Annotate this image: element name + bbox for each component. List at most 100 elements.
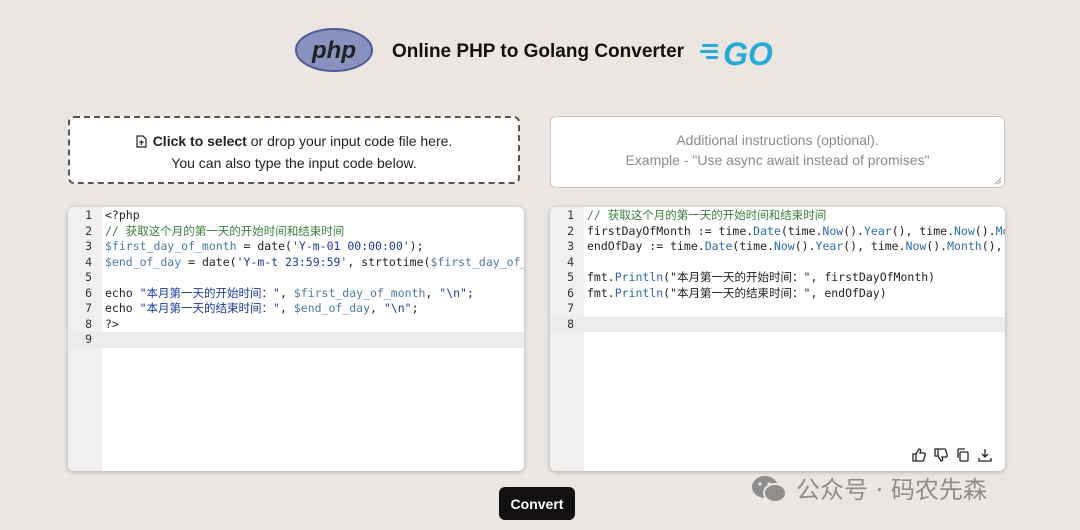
code-token: <?php [105, 208, 140, 222]
code-token: date( [257, 239, 292, 253]
go-code-editor[interactable]: 1 // 获取这个月的第一天的开始时间和结束时间 2 firstDayOfMonth … [550, 207, 1005, 471]
thumbs-up-icon[interactable] [911, 447, 927, 463]
code-line[interactable]: 4 $end_of_day = date('Y-m-t 23:59:59', st… [68, 255, 524, 271]
code-line-text: echo "本月第一天的开始时间：", $first_day_of_month,… [105, 286, 524, 302]
code-token: firstDayOfMonth := time. [587, 223, 754, 238]
code-token: (), time. [843, 239, 906, 253]
php-code-editor[interactable]: 1 <?php 2 // 获取这个月的第一天的开始时间和结束时间 3 $first_day… [68, 207, 524, 471]
code-line[interactable]: 3 endOfDay := time.Date(time.Now().Year()… [550, 239, 1005, 255]
code-line-text: firstDayOfMonth := time.Date(time.Now().… [587, 224, 1005, 240]
watermark-text: 公众号 · 码农先森 [796, 476, 987, 504]
code-line-text: fmt.Println("本月第一天的开始时间：", firstDayOfMon… [587, 270, 1005, 286]
download-icon[interactable] [977, 447, 993, 463]
code-token: , [279, 285, 294, 300]
code-line[interactable]: 6 echo "本月第一天的开始时间：", $first_day_of_month… [68, 286, 524, 302]
code-line-text: endOfDay := time.Date(time.Now().Year(),… [587, 239, 1005, 255]
code-token: ); [409, 239, 424, 253]
code-token: , firstDayOfMonth) [810, 270, 936, 284]
code-line[interactable]: 8 [550, 316, 1005, 332]
code-line-text: // 获取这个月的第一天的开始时间和结束时间 [105, 224, 524, 240]
code-line[interactable]: 1 <?php [68, 208, 524, 224]
code-token: Month [995, 223, 1005, 238]
go-logo: GO [700, 36, 773, 70]
code-token: Now [822, 223, 844, 238]
code-token: Year [815, 239, 844, 253]
code-line[interactable]: 9 [68, 332, 524, 348]
code-token: "本月第一天的开始时间：" [139, 285, 280, 300]
convert-button[interactable]: Convert [499, 487, 575, 520]
line-number: 6 [567, 285, 574, 300]
code-token: "\n" [383, 301, 412, 315]
code-line-text: <?php [105, 208, 524, 224]
code-token: $first_day_of_month [430, 254, 524, 269]
code-token: fmt. [587, 270, 615, 284]
code-line[interactable]: 5 fmt.Println("本月第一天的开始时间：", firstDayOfMo… [550, 270, 1005, 286]
code-token: , [279, 301, 294, 315]
line-number: 4 [567, 254, 574, 269]
code-token: Year [863, 223, 892, 238]
code-token: $first_day_of_month [105, 239, 237, 253]
line-number: 3 [85, 239, 92, 253]
line-number: 2 [85, 223, 92, 238]
thumbs-down-icon[interactable] [933, 447, 949, 463]
code-token: , strtotime( [347, 254, 431, 269]
code-line[interactable]: 2 firstDayOfMonth := time.Date(time.Now()… [550, 224, 1005, 240]
copy-icon[interactable] [955, 447, 971, 463]
code-line[interactable]: 4 [550, 255, 1005, 271]
php-code-area[interactable]: 1 <?php 2 // 获取这个月的第一天的开始时间和结束时间 3 $first_day… [68, 207, 524, 471]
instructions-textarea[interactable]: Additional instructions (optional). Exam… [550, 116, 1005, 188]
code-token: Date [704, 239, 733, 253]
code-line-text: echo "本月第一天的结束时间：", $end_of_day, "\n"; [105, 301, 524, 317]
code-token: Now [954, 223, 975, 238]
code-token: (), time. [891, 223, 954, 238]
code-token: echo [105, 301, 140, 315]
dropzone-text: or drop your input code file here. [246, 133, 453, 149]
code-line-text: ?> [105, 317, 524, 333]
line-number: 2 [567, 223, 574, 238]
page-title: Online PHP to Golang Converter [392, 41, 685, 62]
code-token: Println [614, 270, 664, 284]
code-line-text: $end_of_day = date('Y-m-t 23:59:59', str… [105, 255, 524, 271]
header: php Online PHP to Golang Converter GO [0, 28, 1080, 78]
resize-grip-icon[interactable] [994, 177, 1002, 185]
code-token: Now [773, 239, 795, 253]
code-line[interactable]: 3 $first_day_of_month = date('Y-m-01 00:0… [68, 239, 524, 255]
code-token: (). [926, 239, 948, 253]
code-line[interactable]: 8 ?> [68, 317, 524, 333]
code-token: Month [947, 239, 982, 253]
line-number: 7 [85, 301, 92, 315]
code-token: ; [466, 285, 474, 300]
code-line[interactable]: 5 [68, 270, 524, 286]
code-token: ?> [105, 316, 119, 331]
code-token: Now [905, 239, 927, 253]
code-token: endOfDay := time. [587, 239, 705, 253]
code-token: echo [105, 285, 140, 300]
click-to-select-link[interactable]: Click to select [153, 133, 247, 149]
output-actions [911, 447, 993, 463]
svg-text:GO: GO [723, 36, 773, 70]
code-token: , [425, 285, 440, 300]
code-token: , [370, 301, 384, 315]
instructions-placeholder-line2: Example - "Use async await instead of pr… [625, 152, 930, 168]
svg-text:php: php [311, 37, 356, 64]
go-code-area[interactable]: 1 // 获取这个月的第一天的开始时间和结束时间 2 firstDayOfMonth … [550, 207, 1005, 471]
code-line-text: $first_day_of_month = date('Y-m-01 00:00… [105, 239, 524, 255]
line-number: 1 [85, 208, 92, 222]
line-number: 6 [85, 285, 92, 300]
code-token: (). [843, 223, 864, 238]
code-token: "本月第一天的开始时间：" [670, 270, 811, 284]
code-token: 'Y-m-01 00:00:00' [291, 239, 410, 253]
code-token: $end_of_day [293, 301, 371, 315]
code-line-text: // 获取这个月的第一天的开始时间和结束时间 [587, 208, 1005, 224]
line-number: 5 [85, 270, 92, 284]
code-token: (). [794, 239, 816, 253]
code-line[interactable]: 7 echo "本月第一天的结束时间：", $end_of_day, "\n"; [68, 301, 524, 317]
code-token: "\n" [439, 285, 467, 300]
code-line[interactable]: 6 fmt.Println("本月第一天的结束时间：", endOfDay) [550, 286, 1005, 302]
code-line[interactable]: 1 // 获取这个月的第一天的开始时间和结束时间 [550, 208, 1005, 224]
file-dropzone[interactable]: Click to select or drop your input code … [68, 116, 520, 184]
code-token: $first_day_of_month [293, 285, 426, 300]
line-number: 7 [567, 301, 574, 315]
code-line[interactable]: 7 [550, 301, 1005, 317]
code-line[interactable]: 2 // 获取这个月的第一天的开始时间和结束时间 [68, 224, 524, 240]
